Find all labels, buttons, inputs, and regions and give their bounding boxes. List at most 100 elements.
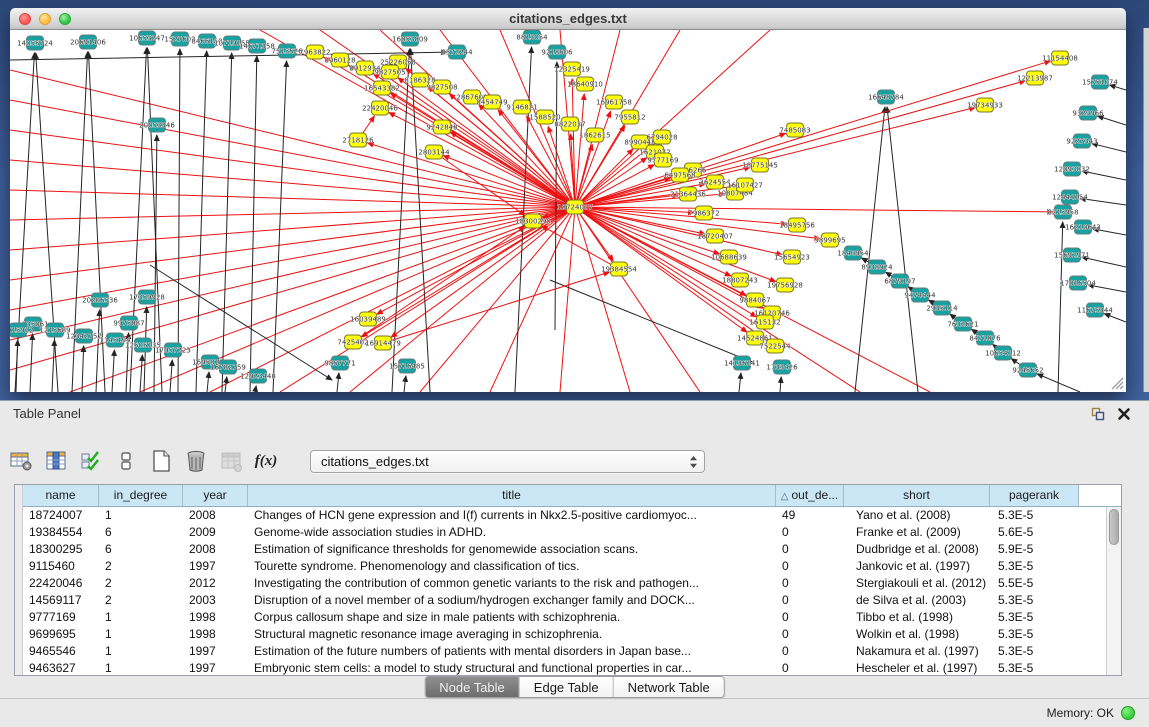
window-resize-grip-icon[interactable]	[1110, 376, 1124, 390]
graph-node[interactable]: 19384554	[601, 262, 637, 276]
table-options-icon[interactable]	[8, 448, 34, 474]
graph-node[interactable]: 15751074	[1082, 75, 1118, 89]
graph-node[interactable]: 15692971	[1054, 248, 1090, 262]
graph-node[interactable]: 9329966	[1072, 106, 1104, 120]
graph-node[interactable]: 7632621	[947, 317, 978, 331]
table-row[interactable]: 1456911722003Disruption of a novel membe…	[23, 592, 1106, 609]
graph-node[interactable]: 9857771	[324, 356, 355, 370]
graph-node[interactable]: 20691406	[70, 35, 106, 49]
close-window-button[interactable]	[19, 13, 31, 25]
row-height-icon[interactable]	[113, 448, 139, 474]
graph-node[interactable]: 10688639	[711, 250, 747, 264]
graph-node[interactable]: 10654112	[985, 346, 1021, 360]
function-builder-icon[interactable]: f(x)	[253, 448, 279, 474]
graph-node[interactable]: 18807243	[722, 273, 758, 287]
zoom-window-button[interactable]	[59, 13, 71, 25]
graph-node[interactable]: 18720407	[697, 229, 733, 243]
tab-node-table[interactable]: Node Table	[425, 677, 520, 697]
table-row[interactable]: 977716911998Corpus callosum shape and si…	[23, 609, 1106, 626]
graph-node[interactable]: 14055724	[17, 36, 53, 50]
graph-node[interactable]: 7955812	[614, 110, 645, 124]
network-canvas[interactable]: 1872400779638228960128891293425226058982…	[10, 30, 1126, 392]
graph-node[interactable]: 1840954	[837, 246, 869, 260]
table-cell: 1997	[183, 558, 248, 575]
table-row[interactable]: 946362711997Embryonic stem cells: a mode…	[23, 660, 1106, 675]
graph-node[interactable]: 16543382	[364, 81, 400, 95]
graph-node[interactable]: 22420046	[362, 101, 398, 115]
select-rows-icon[interactable]	[78, 448, 104, 474]
table-cell: 2003	[183, 592, 248, 609]
graph-node[interactable]: 9975887	[113, 316, 144, 330]
table-row[interactable]: 1872400712008Changes of HCN gene express…	[23, 507, 1106, 524]
graph-node[interactable]: 20206536	[82, 293, 118, 307]
graph-node[interactable]: 8813054	[516, 30, 548, 44]
graph-node[interactable]: 19734933	[967, 98, 1003, 112]
delete-column-icon[interactable]	[183, 448, 209, 474]
column-header-year[interactable]: year	[183, 485, 248, 506]
graph-node[interactable]: 18775145	[742, 158, 778, 172]
graph-node[interactable]: 15654923	[774, 250, 810, 264]
graph-node[interactable]: 9146821	[506, 100, 537, 114]
graph-node[interactable]: 2935114	[926, 301, 958, 315]
table-cell: 0	[776, 643, 844, 660]
tab-network-table[interactable]: Network Table	[614, 677, 724, 697]
table-scrollbar[interactable]	[1106, 507, 1121, 675]
column-header-out_de[interactable]: △out_de...	[776, 485, 844, 506]
create-column-icon[interactable]	[148, 448, 174, 474]
graph-node[interactable]: 12342757	[66, 329, 102, 343]
import-table-icon[interactable]	[218, 448, 244, 474]
graph-node[interactable]: 16053809	[392, 32, 428, 46]
graph-node[interactable]: 12213987	[1017, 71, 1053, 85]
column-header-short[interactable]: short	[844, 485, 990, 506]
graph-node[interactable]: 11154408	[1042, 51, 1078, 65]
table-row[interactable]: 1938455462009Genome-wide association stu…	[23, 524, 1106, 541]
graph-node[interactable]: 18495756	[779, 218, 815, 232]
table-row[interactable]: 2242004622012Investigating the contribut…	[23, 575, 1106, 592]
graph-node[interactable]: 8215958	[1047, 205, 1078, 219]
close-panel-icon[interactable]	[1117, 407, 1131, 421]
graph-node[interactable]: 17016504	[1060, 276, 1096, 290]
graph-node[interactable]: 16914479	[365, 336, 401, 350]
graph-node[interactable]: 9474444	[904, 288, 936, 302]
network-window-titlebar[interactable]: citations_edges.txt	[10, 8, 1126, 30]
graph-node[interactable]: 6879197	[884, 274, 915, 288]
graph-node[interactable]: 7515526	[271, 44, 303, 58]
graph-node[interactable]: 8471876	[969, 331, 1001, 345]
graph-node[interactable]: 7485083	[779, 123, 810, 137]
graph-node[interactable]: 15716485	[389, 359, 425, 373]
graph-node[interactable]: 16210643	[1065, 220, 1101, 234]
table-cell: 19384554	[23, 524, 99, 541]
graph-node[interactable]: 2718126	[342, 133, 374, 147]
graph-node[interactable]: 14136141	[724, 356, 760, 370]
graph-node[interactable]: 16961758	[596, 95, 632, 109]
column-header-name[interactable]: name	[23, 485, 99, 506]
graph-node[interactable]: 9227343	[1066, 134, 1097, 148]
graph-node[interactable]: 10653247	[129, 31, 165, 45]
table-row[interactable]: 969969511998Structural magnetic resonanc…	[23, 626, 1106, 643]
graph-node[interactable]: 1733426	[766, 360, 798, 374]
table-row[interactable]: 911546021997Tourette syndrome. Phenomeno…	[23, 558, 1106, 575]
float-panel-icon[interactable]	[1091, 407, 1105, 421]
graph-node[interactable]: 8572244	[441, 45, 473, 59]
network-graph[interactable]: 1872400779638228960128891293425226058982…	[10, 30, 1126, 392]
graph-node[interactable]: 9899695	[814, 233, 845, 247]
graph-node[interactable]: 12093832	[1054, 162, 1090, 176]
table-row[interactable]: 1830029562008Estimation of significance …	[23, 541, 1106, 558]
tab-edge-table[interactable]: Edge Table	[520, 677, 614, 697]
graph-node[interactable]: 16648784	[868, 90, 904, 104]
graph-node[interactable]: 1862615	[579, 128, 610, 142]
column-header-in_degree[interactable]: in_degree	[99, 485, 183, 506]
column-header-pagerank[interactable]: pagerank	[990, 485, 1079, 506]
table-selector-dropdown[interactable]: citations_edges.txt	[310, 450, 705, 473]
minimize-window-button[interactable]	[39, 13, 51, 25]
graph-node[interactable]: 7425402	[337, 335, 368, 349]
graph-node[interactable]: 9218506	[541, 45, 573, 59]
graph-node-label: 16961758	[596, 99, 632, 107]
graph-node[interactable]: 12325419	[554, 62, 590, 76]
show-columns-icon[interactable]	[43, 448, 69, 474]
graph-node[interactable]: 12444154	[1052, 190, 1088, 204]
table-row[interactable]: 946554611997Estimation of the future num…	[23, 643, 1106, 660]
table-scrollbar-thumb[interactable]	[1109, 509, 1119, 545]
graph-node[interactable]: 8938924	[861, 260, 893, 274]
column-header-title[interactable]: title	[248, 485, 776, 506]
